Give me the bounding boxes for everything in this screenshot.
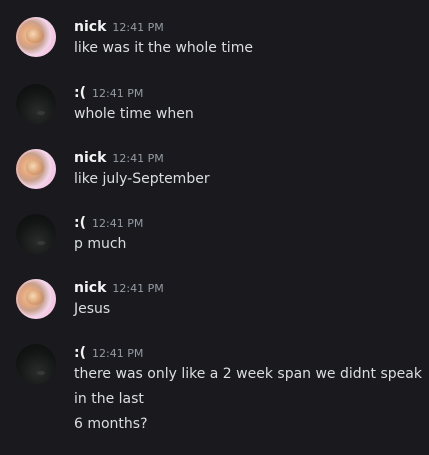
message-text: Jesus <box>74 301 111 317</box>
message-text: like july-September <box>74 171 210 187</box>
message-header: :( 12:41 PM <box>74 343 143 361</box>
message-header: :( 12:41 PM <box>74 83 143 101</box>
username[interactable]: nick <box>74 280 106 296</box>
message-text: like was it the whole time <box>74 40 253 56</box>
username[interactable]: nick <box>74 19 106 35</box>
message-header: nick 12:41 PM <box>74 148 164 166</box>
avatar[interactable] <box>16 17 56 57</box>
message-header: nick 12:41 PM <box>74 278 164 296</box>
message-header: nick 12:41 PM <box>74 17 164 35</box>
timestamp: 12:41 PM <box>112 282 164 295</box>
username[interactable]: :( <box>74 345 86 361</box>
message-text: whole time when <box>74 106 194 122</box>
avatar[interactable] <box>16 84 56 124</box>
timestamp: 12:41 PM <box>112 152 164 165</box>
message-text: 6 months? <box>74 416 148 432</box>
avatar[interactable] <box>16 214 56 254</box>
message-text: there was only like a 2 week span we did… <box>74 366 422 382</box>
avatar[interactable] <box>16 344 56 384</box>
avatar[interactable] <box>16 279 56 319</box>
timestamp: 12:41 PM <box>92 87 144 100</box>
message-list: nick 12:41 PM like was it the whole time … <box>0 0 429 455</box>
username[interactable]: :( <box>74 215 86 231</box>
message-text: in the last <box>74 391 144 407</box>
timestamp: 12:41 PM <box>92 217 144 230</box>
avatar[interactable] <box>16 149 56 189</box>
message-header: :( 12:41 PM <box>74 213 143 231</box>
message-text: p much <box>74 236 127 252</box>
timestamp: 12:41 PM <box>112 21 164 34</box>
username[interactable]: nick <box>74 150 106 166</box>
username[interactable]: :( <box>74 85 86 101</box>
timestamp: 12:41 PM <box>92 347 144 360</box>
